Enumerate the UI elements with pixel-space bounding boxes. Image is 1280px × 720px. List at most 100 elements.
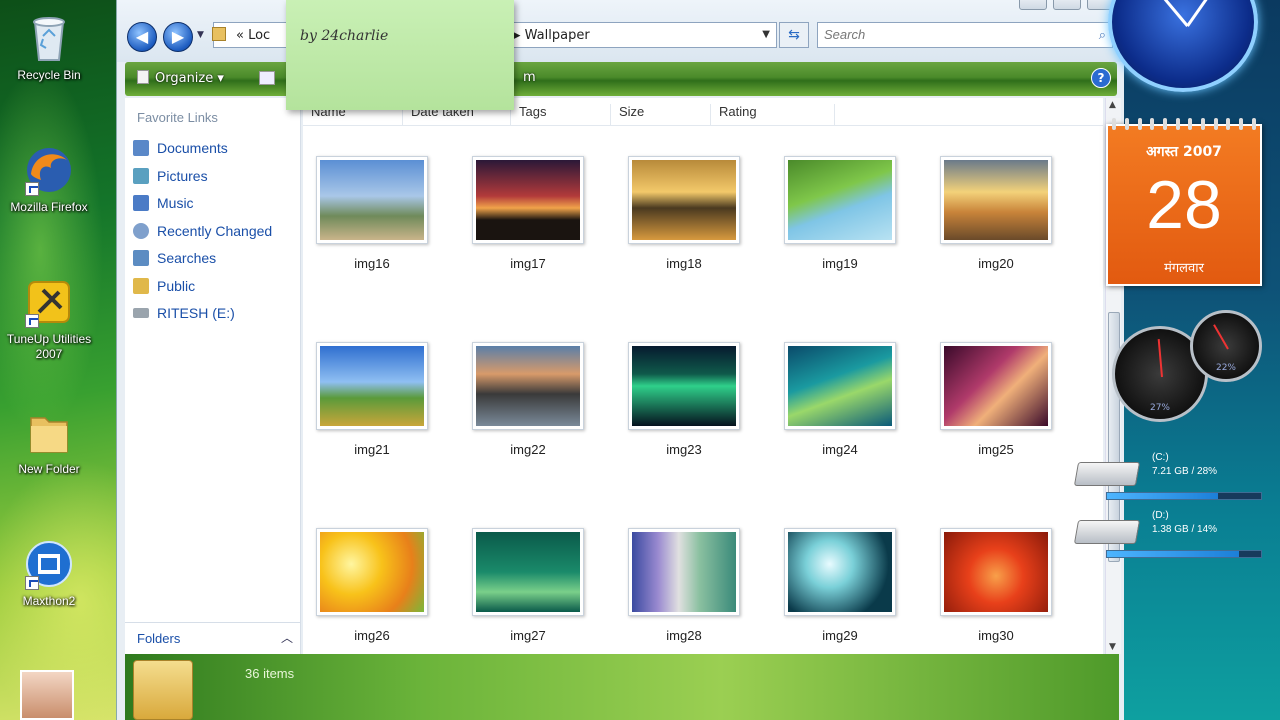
shortcut-arrow-icon [25, 576, 39, 590]
image-thumbnail[interactable]: img26 [307, 528, 437, 648]
column-header-tags[interactable]: Tags [511, 104, 611, 126]
help-icon[interactable]: ? [1091, 68, 1111, 88]
desktop-icon-label: Maxthon2 [22, 594, 76, 608]
thumbnail-image [944, 160, 1048, 240]
thumbnail-frame [316, 342, 428, 430]
drive-icon [133, 308, 149, 318]
image-thumbnail[interactable]: img23 [619, 342, 749, 462]
organize-button[interactable]: Organize ▾ [137, 70, 224, 86]
image-thumbnail[interactable]: img18 [619, 156, 749, 276]
thumbnail-frame [940, 342, 1052, 430]
views-icon[interactable] [259, 71, 275, 85]
image-thumbnail[interactable]: img24 [775, 342, 905, 462]
search-input[interactable]: Search ⌕ [817, 22, 1113, 48]
thumbnail-frame [316, 156, 428, 244]
minimize-button[interactable] [1019, 0, 1047, 10]
image-thumbnail[interactable]: img19 [775, 156, 905, 276]
folder-icon [212, 27, 226, 41]
drive-meter-d[interactable]: (D:) 1.38 GB / 14% [1073, 510, 1266, 560]
hard-drive-icon [1073, 520, 1141, 544]
calendar-gadget[interactable]: अगस्त 2007 28 मंगलवार [1106, 118, 1262, 286]
cpu-value: 27% [1149, 403, 1170, 413]
address-dropdown-icon[interactable]: ▼ [762, 29, 770, 40]
thumbnail-caption: img21 [354, 442, 390, 457]
item-count: 36 items [245, 666, 295, 681]
thumbnail-frame [784, 156, 896, 244]
scroll-down-icon[interactable]: ▼ [1109, 642, 1116, 652]
forward-button[interactable]: ▶ [163, 22, 193, 52]
image-thumbnail[interactable]: img30 [931, 528, 1061, 648]
column-header-size[interactable]: Size [611, 104, 711, 126]
thumbnail-caption: img18 [666, 256, 702, 271]
organize-icon [137, 70, 149, 84]
explorer-window: ◀ ▶ ▼ « Loc ▸ Wallpaper ▼ ⇆ Search ⌕ Org… [116, 0, 1125, 720]
sticky-note-gadget[interactable]: by 24charlie [286, 0, 514, 110]
clock-hour-hand [1160, 0, 1189, 27]
recycle-bin-icon [23, 12, 75, 64]
breadcrumb-wallpaper[interactable]: ▸ Wallpaper [514, 28, 590, 43]
slideshow-button[interactable]: m [523, 70, 536, 85]
user-photo-icon[interactable] [20, 670, 74, 720]
desktop-icon-label: New Folder [18, 462, 80, 476]
nav-link-documents[interactable]: Documents [133, 140, 228, 162]
back-button[interactable]: ◀ [127, 22, 157, 52]
thumbnail-caption: img17 [510, 256, 546, 271]
image-thumbnail[interactable]: img16 [307, 156, 437, 276]
image-thumbnail[interactable]: img27 [463, 528, 593, 648]
image-thumbnail[interactable]: img22 [463, 342, 593, 462]
nav-link-label: Recently Changed [157, 223, 273, 239]
desktop-icon-new-folder[interactable]: New Folder [6, 406, 92, 477]
desktop-icon-firefox[interactable]: Mozilla Firefox [6, 144, 92, 215]
column-header-rating[interactable]: Rating [711, 104, 835, 126]
image-thumbnail[interactable]: img25 [931, 342, 1061, 462]
thumbnail-image [320, 532, 424, 612]
ram-gauge[interactable]: 22% [1190, 310, 1262, 382]
nav-link-drive-e[interactable]: RITESH (E:) [133, 305, 235, 327]
scroll-up-icon[interactable]: ▲ [1109, 100, 1116, 110]
thumbnail-caption: img27 [510, 628, 546, 643]
refresh-button[interactable]: ⇆ [779, 22, 809, 48]
breadcrumb-location[interactable]: « Loc [236, 28, 270, 43]
public-folder-icon [133, 278, 149, 294]
thumbnail-image [476, 346, 580, 426]
thumbnail-frame [940, 156, 1052, 244]
thumbnail-grid: img16 img17 img18 img19 img20 img21 img22 img23… [303, 134, 1103, 654]
recent-icon [133, 223, 149, 239]
thumbnail-image [320, 160, 424, 240]
nav-link-label: Music [157, 195, 194, 211]
ram-value: 22% [1215, 363, 1236, 373]
desktop-icon-label: Mozilla Firefox [10, 200, 88, 214]
drive-stat: 7.21 GB / 28% [1152, 466, 1218, 477]
nav-link-label: RITESH (E:) [157, 305, 235, 321]
thumbnail-caption: img30 [978, 628, 1014, 643]
image-thumbnail[interactable]: img17 [463, 156, 593, 276]
thumbnail-frame [628, 156, 740, 244]
organize-label: Organize ▾ [155, 71, 224, 86]
image-thumbnail[interactable]: img20 [931, 156, 1061, 276]
clock-minute-hand [1186, 0, 1218, 27]
desktop-icon-recycle-bin[interactable]: Recycle Bin [6, 12, 92, 83]
thumbnail-image [944, 532, 1048, 612]
drive-usage-bar [1106, 550, 1262, 558]
nav-link-searches[interactable]: Searches [133, 250, 216, 272]
nav-link-public[interactable]: Public [133, 278, 195, 300]
nav-link-pictures[interactable]: Pictures [133, 168, 208, 190]
drive-usage-bar [1106, 492, 1262, 500]
image-thumbnail[interactable]: img28 [619, 528, 749, 648]
thumbnail-caption: img28 [666, 628, 702, 643]
image-thumbnail[interactable]: img21 [307, 342, 437, 462]
thumbnail-caption: img22 [510, 442, 546, 457]
nav-link-recently-changed[interactable]: Recently Changed [133, 223, 272, 245]
recent-pages-dropdown-icon[interactable]: ▼ [197, 30, 204, 40]
sticky-note-text[interactable]: by 24charlie [300, 28, 388, 44]
folders-toggle[interactable]: Folders ︿ [125, 622, 301, 654]
command-bar: Organize ▾ m ? [125, 62, 1117, 96]
navigation-pane: Favorite Links Documents Pictures Music … [125, 98, 301, 654]
search-icon[interactable]: ⌕ [1099, 27, 1106, 43]
image-thumbnail[interactable]: img29 [775, 528, 905, 648]
maximize-button[interactable] [1053, 0, 1081, 10]
drive-meter-c[interactable]: (C:) 7.21 GB / 28% [1073, 452, 1266, 502]
nav-link-music[interactable]: Music [133, 195, 194, 217]
desktop-icon-maxthon[interactable]: Maxthon2 [6, 538, 92, 609]
desktop-icon-tuneup[interactable]: TuneUp Utilities 2007 [6, 276, 92, 362]
